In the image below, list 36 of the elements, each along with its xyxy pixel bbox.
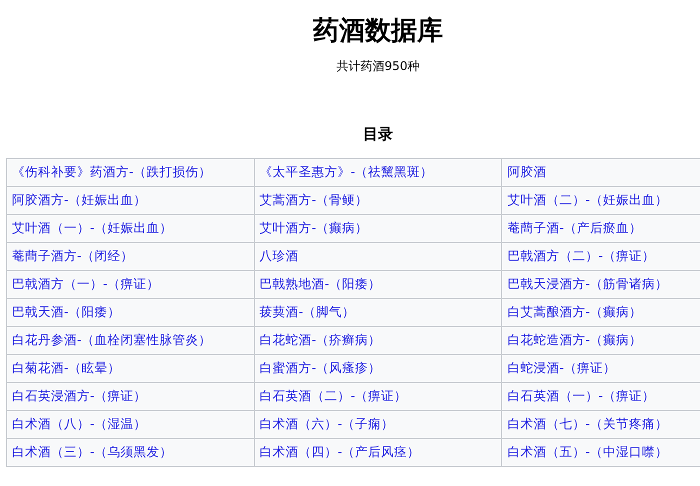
entry-link[interactable]: 艾叶酒（一）-（妊娠出血） (12, 220, 173, 235)
entry-link[interactable]: 白术酒（三）-（乌须黑发） (12, 444, 173, 459)
entry-link[interactable]: 白花蛇造酒方-（癫病） (507, 332, 642, 347)
entry-link[interactable]: 巴戟熟地酒-（阳痿） (260, 276, 382, 291)
entry-link[interactable]: 白术酒（八）-（湿温） (12, 416, 147, 431)
contents-heading: 目录 (363, 124, 393, 144)
page-title: 药酒数据库 (313, 15, 443, 48)
entry-link[interactable]: 艾蒿酒方-（骨鲠） (260, 192, 368, 207)
entry-link[interactable]: 《太平圣惠方》-（祛黧黑斑） (260, 164, 434, 179)
entry-link[interactable]: 白术酒（四）-（产后风痉） (260, 444, 420, 459)
entry-link[interactable]: 白石英酒（二）-（痹证） (260, 388, 408, 403)
entry-link[interactable]: 巴戟天酒-（阳痿） (12, 304, 121, 319)
entry-link[interactable]: 菝葜酒-（脚气） (260, 304, 356, 319)
entry-link[interactable]: 艾叶酒方-（癫病） (260, 220, 368, 235)
entry-link[interactable]: 白花丹参酒-（血栓闭塞性脉管炎） (12, 332, 212, 347)
entry-link[interactable]: 巴戟天浸酒方-（筋骨诸病） (507, 276, 668, 291)
entry-link[interactable]: 《伤科补要》药酒方-（跌打损伤） (12, 164, 212, 179)
entry-link[interactable]: 菴蔄子酒-（产后瘀血） (507, 220, 642, 235)
entry-link[interactable]: 白石英浸酒方-（痹证） (12, 388, 147, 403)
entry-link[interactable]: 阿胶酒 (507, 164, 546, 179)
entry-link[interactable]: 巴戟酒方（一）-（痹证） (12, 276, 160, 291)
entry-link[interactable]: 八珍酒 (260, 248, 299, 263)
entry-link[interactable]: 菴蔄子酒方-（闭经） (12, 248, 134, 263)
entry-link[interactable]: 白蜜酒方-（风瘙疹） (260, 360, 382, 375)
entry-link[interactable]: 白石英酒（一）-（痹证） (507, 388, 655, 403)
entry-link[interactable]: 白蛇浸酒-（痹证） (507, 360, 616, 375)
entry-link[interactable]: 白花蛇酒-（疥癣病） (260, 332, 382, 347)
entry-link[interactable]: 白菊花酒-（眩晕） (12, 360, 121, 375)
entry-link[interactable]: 白术酒（五）-（中湿口噤） (507, 444, 668, 459)
entry-link[interactable]: 白术酒（六）-（子痫） (260, 416, 394, 431)
entry-link[interactable]: 阿胶酒方-（妊娠出血） (12, 192, 147, 207)
entry-link[interactable]: 白艾蒿酿酒方-（癫病） (507, 304, 642, 319)
entry-link[interactable]: 艾叶酒（二）-（妊娠出血） (507, 192, 668, 207)
entry-link[interactable]: 白术酒（七）-（关节疼痛） (507, 416, 668, 431)
entry-count: 共计药酒950种 (336, 58, 420, 74)
entry-link[interactable]: 巴戟酒方（二）-（痹证） (507, 248, 655, 263)
